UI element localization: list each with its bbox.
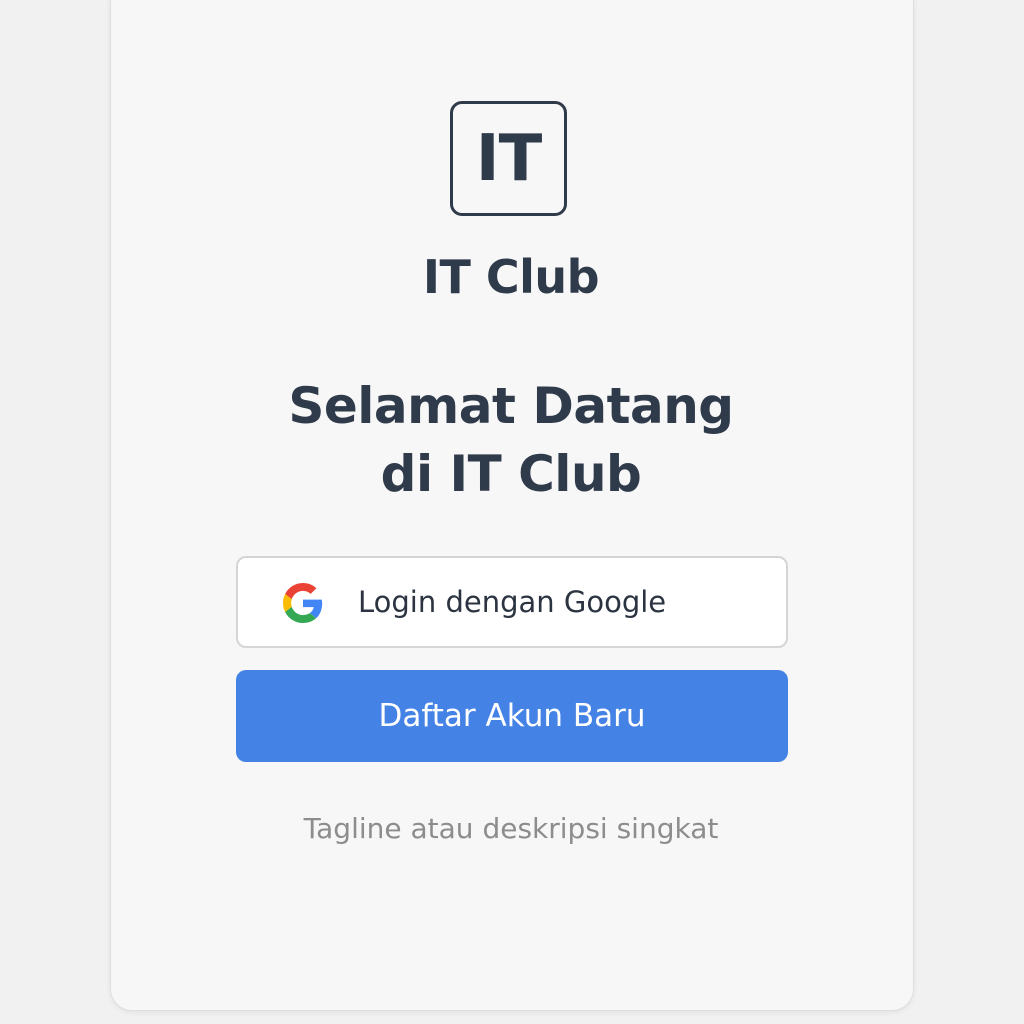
welcome-line-2: di IT Club [380, 445, 642, 503]
club-logo: IT [450, 101, 567, 216]
welcome-line-1: Selamat Datang [288, 377, 734, 435]
google-login-button[interactable]: Login dengan Google [236, 556, 788, 648]
register-button[interactable]: Daftar Akun Baru [236, 670, 788, 762]
logo-text: IT [475, 121, 542, 196]
google-icon [283, 583, 323, 623]
google-login-label: Login dengan Google [358, 585, 667, 619]
tagline: Tagline atau deskripsi singkat [303, 812, 719, 845]
app-name: IT Club [422, 250, 600, 304]
welcome-heading: Selamat Datang di IT Club [110, 372, 912, 508]
